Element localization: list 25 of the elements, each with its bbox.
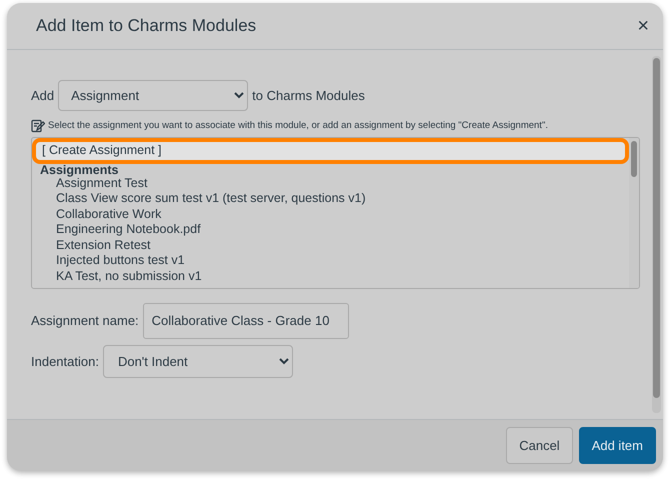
cancel-button[interactable]: Cancel: [506, 426, 573, 464]
assignment-listbox[interactable]: [31, 137, 640, 290]
indentation-label: Indentation:: [31, 352, 99, 370]
instruction-text: Select the assignment you want to associate with this module, or add an assignment by selecting "Create Assignment".: [48, 119, 548, 133]
list-option[interactable]: Extension Retest: [38, 238, 623, 254]
module-label: to Charms Modules: [252, 86, 365, 105]
close-button[interactable]: ×: [633, 16, 653, 36]
list-option[interactable]: KA Test, no submission v1: [38, 268, 623, 284]
name-label: Assignment name:: [31, 312, 139, 330]
list-option[interactable]: [ Create Assignment ]: [36, 142, 625, 160]
indentation-select[interactable]: Don't Indent: [102, 344, 293, 378]
list-option[interactable]: Class View score sum test v1 (test server, questions v1): [38, 191, 623, 207]
list-option[interactable]: Collaborative Work: [38, 206, 623, 222]
list-option[interactable]: Engineering Notebook.pdf: [38, 222, 623, 238]
item-type-select[interactable]: Assignment: [58, 80, 248, 111]
list-option[interactable]: Assignment Test: [38, 176, 623, 192]
add-item-button[interactable]: Add item: [578, 426, 656, 464]
dialog-scrollbar[interactable]: [652, 56, 661, 413]
add-label: Add: [31, 86, 54, 105]
assignment-name-field[interactable]: Collaborative Class - Grade 10: [142, 303, 349, 339]
group-label: Assignments: [39, 164, 120, 176]
list-scrollbar[interactable]: [629, 138, 639, 288]
dialog-title: Add Item to Charms Modules: [36, 15, 256, 38]
edit-note-icon: [31, 119, 45, 134]
list-option[interactable]: Injected buttons test v1: [38, 253, 623, 269]
